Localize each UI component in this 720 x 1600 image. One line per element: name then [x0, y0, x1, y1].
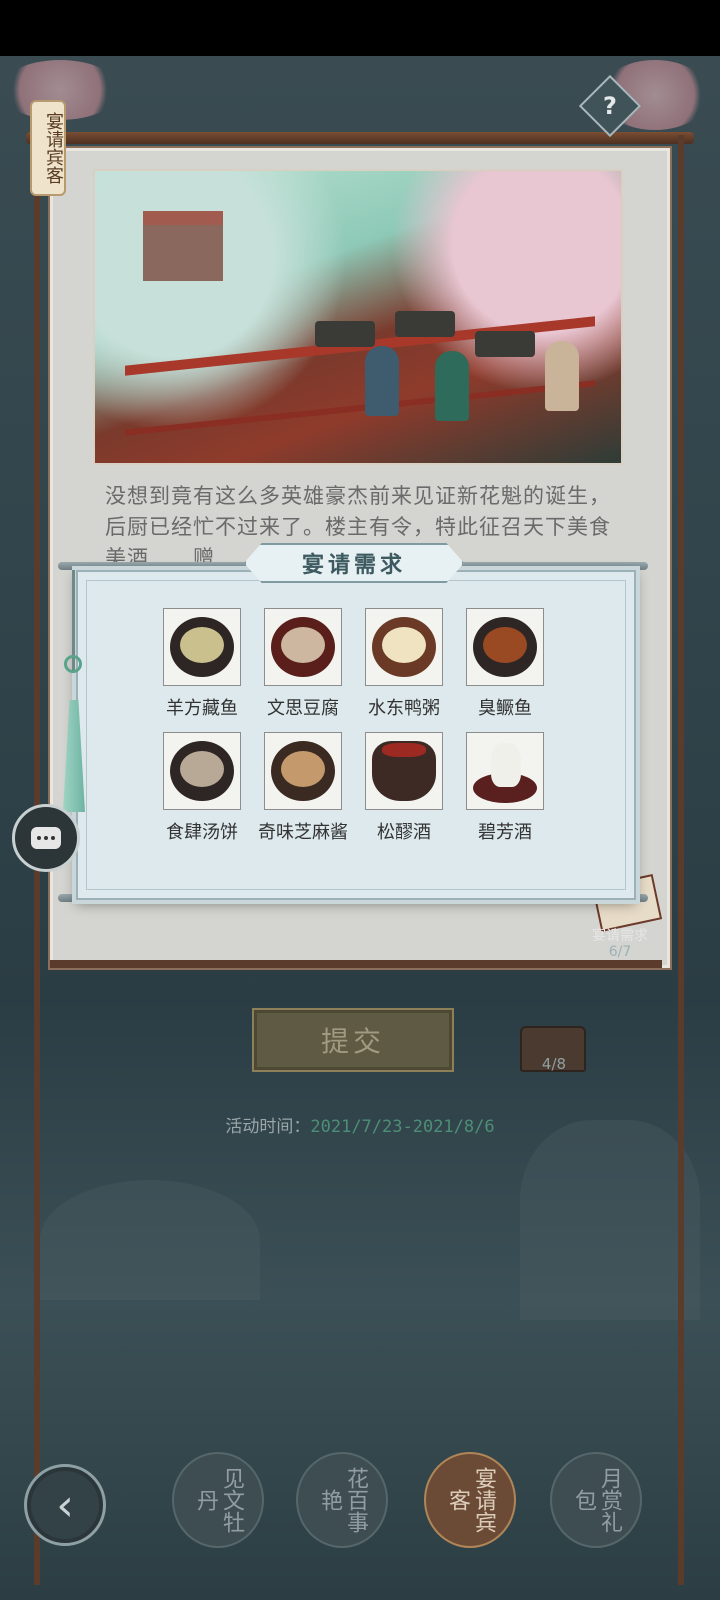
dish-name: 文思豆腐 [267, 698, 339, 719]
back-button[interactable]: ‹ [24, 1464, 106, 1546]
nav-tab-label: 月赏礼包 [571, 1467, 622, 1533]
dish-item[interactable]: 食肆汤饼 [152, 732, 252, 844]
jade-ring-icon [64, 655, 82, 673]
nav-tab-gift-pack[interactable]: 月赏礼包 [550, 1452, 642, 1548]
dish-tofu-soup-icon [264, 608, 342, 686]
dish-duck-porridge-icon [365, 608, 443, 686]
wine-jar-icon [365, 732, 443, 810]
nav-tab-label: 见文牡丹 [193, 1467, 244, 1533]
back-arrow-icon: ‹ [56, 1479, 74, 1531]
banquet-scene-illustration [93, 169, 623, 465]
dish-name: 食肆汤饼 [166, 822, 238, 843]
dish-noodle-soup-icon [163, 732, 241, 810]
submit-button[interactable]: 提交 [252, 1008, 454, 1072]
dish-item[interactable]: 文思豆腐 [253, 608, 353, 720]
activity-time: 活动时间：2021/7/23-2021/8/6 [0, 1112, 720, 1137]
activity-time-label: 活动时间： [225, 1117, 311, 1137]
side-tab-banquet[interactable]: 宴请宾客 [30, 100, 66, 196]
dish-fish-lamb-icon [163, 608, 241, 686]
activity-time-dates: 2021/7/23-2021/8/6 [310, 1117, 495, 1137]
banquet-demand-modal: 羊方藏鱼 文思豆腐 水东鸭粥 臭鳜鱼 食肆汤饼 奇味芝麻酱 松醪酒 碧芳酒 [76, 570, 636, 900]
dish-name: 奇味芝麻酱 [258, 822, 348, 843]
dish-item[interactable]: 水东鸭粥 [354, 608, 454, 720]
scroll-bottom-rod [50, 960, 662, 968]
guest-figure [545, 341, 579, 411]
modal-title: 宴请需求 [244, 543, 464, 583]
dish-item[interactable]: 臭鳜鱼 [455, 608, 555, 720]
banquet-table [315, 321, 375, 347]
wine-bottle-icon [466, 732, 544, 810]
nav-tab-peony[interactable]: 见文牡丹 [172, 1452, 264, 1548]
chat-bubble-icon [31, 827, 61, 849]
dish-name: 羊方藏鱼 [166, 698, 238, 719]
chat-button[interactable] [12, 804, 80, 872]
dish-name: 水东鸭粥 [368, 698, 440, 719]
nav-tab-flowers[interactable]: 花百事艳 [296, 1452, 388, 1548]
demand-counter-label: 宴请需求 [592, 928, 648, 944]
dish-item[interactable]: 奇味芝麻酱 [253, 732, 353, 844]
dish-name: 碧芳酒 [478, 822, 532, 843]
pavilion-image [143, 211, 223, 281]
dish-name: 臭鳜鱼 [478, 698, 532, 719]
dish-item[interactable]: 松醪酒 [354, 732, 454, 844]
nav-tab-label: 花百事艳 [317, 1467, 368, 1533]
nav-tab-label: 宴请宾客 [445, 1467, 496, 1533]
dish-item[interactable]: 羊方藏鱼 [152, 608, 252, 720]
chest-progress: 4/8 [541, 1055, 567, 1073]
guest-figure [435, 351, 469, 421]
dish-sesame-paste-icon [264, 732, 342, 810]
question-icon: ? [603, 92, 617, 120]
dish-item[interactable]: 碧芳酒 [455, 732, 555, 844]
modal-title-text: 宴请需求 [301, 552, 406, 578]
dish-mandarin-fish-icon [466, 608, 544, 686]
banquet-table [395, 311, 455, 337]
banquet-table [475, 331, 535, 357]
demand-counter[interactable]: 宴请需求 6/7 [580, 928, 660, 960]
guest-figure [365, 346, 399, 416]
nav-tab-banquet[interactable]: 宴请宾客 [424, 1452, 516, 1548]
dish-name: 松醪酒 [377, 822, 431, 843]
demand-counter-value: 6/7 [608, 944, 632, 960]
event-screen: 没想到竟有这么多英雄豪杰前来见证新花魁的诞生，后厨已经忙不过来了。楼主有令，特此… [0, 0, 720, 1600]
